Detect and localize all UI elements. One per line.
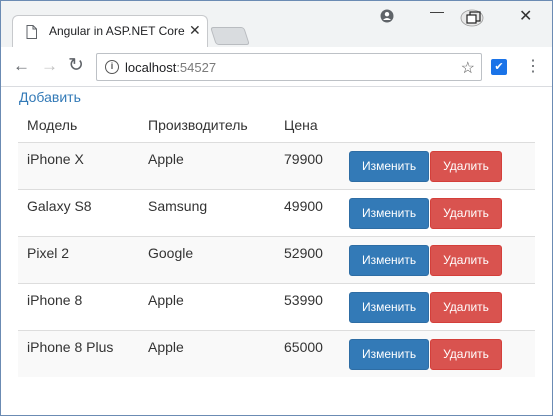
cell-price: 79900 <box>275 141 332 189</box>
edit-button[interactable]: Изменить <box>348 291 430 323</box>
url-text: localhost:54527 <box>125 60 216 75</box>
cell-maker: Apple <box>139 141 275 189</box>
cell-maker: Apple <box>139 329 275 377</box>
delete-button[interactable]: Удалить <box>430 197 502 229</box>
browser-menu-icon[interactable]: ⋮ <box>525 56 541 76</box>
reload-icon[interactable]: ↻ <box>68 54 84 77</box>
browser-window: Angular in ASP.NET Core ✕ — ✕ ← → ↻ i lo… <box>0 0 553 416</box>
bookmark-star-icon[interactable]: ☆ <box>461 58 475 78</box>
cell-price: 53990 <box>275 282 332 330</box>
table-row: Pixel 2 Google 52900 Изменить Удалить <box>18 235 535 283</box>
cell-model: Pixel 2 <box>18 235 139 283</box>
tab-title: Angular in ASP.NET Core <box>49 24 185 38</box>
table-row: iPhone 8 Apple 53990 Изменить Удалить <box>18 282 535 330</box>
url-port: :54527 <box>176 60 217 75</box>
cell-actions: Изменить Удалить <box>331 235 535 283</box>
url-host: localhost <box>125 60 177 75</box>
tab-close-icon[interactable]: ✕ <box>189 22 201 39</box>
products-table: Модель Производитель Цена iPhone X Apple 7… <box>18 109 535 377</box>
edit-button[interactable]: Изменить <box>348 197 430 229</box>
extension-icon[interactable]: ✔ <box>491 59 507 75</box>
column-header-actions <box>331 109 535 143</box>
restore-icon[interactable] <box>460 8 488 28</box>
window-close-icon[interactable]: ✕ <box>519 6 532 26</box>
table-header-row: Модель Производитель Цена <box>18 109 535 143</box>
table-row: iPhone 8 Plus Apple 65000 Изменить Удалить <box>18 329 535 377</box>
edit-button[interactable]: Изменить <box>348 244 430 276</box>
browser-tab[interactable]: Angular in ASP.NET Core ✕ <box>12 15 208 47</box>
tab-strip: Angular in ASP.NET Core ✕ — ✕ <box>1 1 552 47</box>
delete-button[interactable]: Удалить <box>430 338 502 370</box>
site-info-icon[interactable]: i <box>105 60 119 74</box>
cell-price: 52900 <box>275 235 332 283</box>
cell-maker: Samsung <box>139 188 275 236</box>
add-link[interactable]: Добавить <box>19 89 81 105</box>
edit-button[interactable]: Изменить <box>348 338 430 370</box>
table-row: iPhone X Apple 79900 Изменить Удалить <box>18 141 535 189</box>
column-header-model: Модель <box>18 109 139 143</box>
cell-model: iPhone X <box>18 141 139 189</box>
delete-button[interactable]: Удалить <box>430 291 502 323</box>
address-bar[interactable]: i localhost:54527 ☆ <box>96 53 482 81</box>
delete-button[interactable]: Удалить <box>430 150 502 182</box>
cell-actions: Изменить Удалить <box>331 141 535 189</box>
minimize-icon[interactable]: — <box>430 3 444 19</box>
cell-maker: Apple <box>139 282 275 330</box>
cell-model: iPhone 8 <box>18 282 139 330</box>
delete-button[interactable]: Удалить <box>430 244 502 276</box>
cell-model: iPhone 8 Plus <box>18 329 139 377</box>
cell-actions: Изменить Удалить <box>331 329 535 377</box>
profile-icon[interactable] <box>380 9 394 23</box>
page-icon <box>26 25 37 39</box>
cell-actions: Изменить Удалить <box>331 282 535 330</box>
table-row: Galaxy S8 Samsung 49900 Изменить Удалить <box>18 188 535 236</box>
page-content: Добавить Модель Производитель Цена iPhon… <box>1 87 552 415</box>
forward-icon[interactable]: → <box>41 56 58 76</box>
cell-actions: Изменить Удалить <box>331 188 535 236</box>
cell-model: Galaxy S8 <box>18 188 139 236</box>
back-icon[interactable]: ← <box>13 56 30 76</box>
column-header-price: Цена <box>275 109 332 143</box>
cell-maker: Google <box>139 235 275 283</box>
cell-price: 65000 <box>275 329 332 377</box>
new-tab-button[interactable] <box>210 27 250 45</box>
edit-button[interactable]: Изменить <box>348 150 430 182</box>
browser-toolbar: ← → ↻ i localhost:54527 ☆ ✔ ⋮ <box>1 47 552 87</box>
cell-price: 49900 <box>275 188 332 236</box>
column-header-maker: Производитель <box>139 109 275 143</box>
